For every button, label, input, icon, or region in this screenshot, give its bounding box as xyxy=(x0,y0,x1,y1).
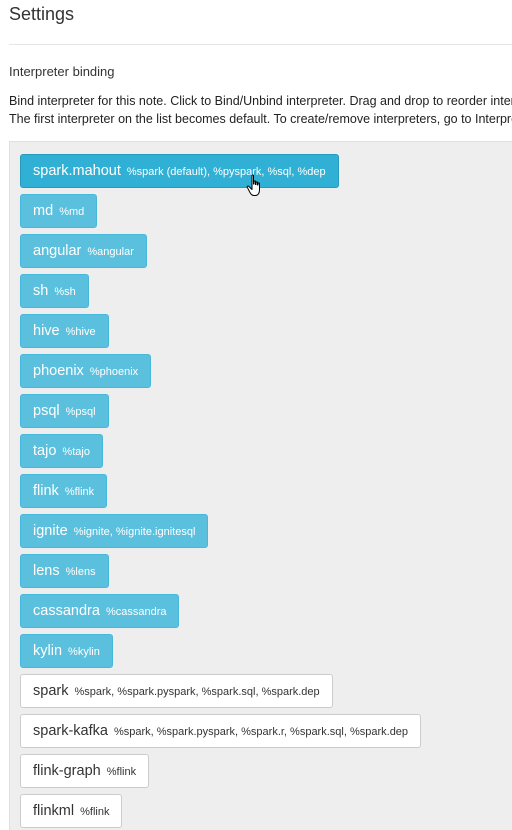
interpreter-name: psql xyxy=(33,403,60,419)
interpreter-aliases: %cassandra xyxy=(105,606,167,618)
interpreter-chip-ignite[interactable]: ignite %ignite, %ignite.ignitesql xyxy=(20,514,209,548)
interpreter-row: flinkml %flink xyxy=(20,794,421,830)
interpreter-chip-spark[interactable]: spark %spark, %spark.pyspark, %spark.sql… xyxy=(20,674,333,708)
interpreter-row: psql %psql xyxy=(20,394,421,434)
interpreter-row: angular %angular xyxy=(20,234,421,274)
interpreter-name: md xyxy=(33,203,54,219)
interpreter-binding-description: Bind interpreter for this note. Click to… xyxy=(9,92,512,128)
interpreter-row: lens %lens xyxy=(20,554,421,594)
interpreter-aliases: %kylin xyxy=(68,646,100,658)
interpreter-aliases: %md xyxy=(59,206,85,218)
interpreter-name: phoenix xyxy=(33,363,84,379)
interpreter-aliases: %spark, %spark.pyspark, %spark.sql, %spa… xyxy=(74,686,320,698)
header-divider xyxy=(9,44,512,45)
interpreter-chip-angular[interactable]: angular %angular xyxy=(20,234,147,268)
interpreter-aliases: %hive xyxy=(65,326,96,338)
interpreter-aliases: %sh xyxy=(54,286,76,298)
interpreter-chip-phoenix[interactable]: phoenix %phoenix xyxy=(20,354,152,388)
interpreter-name: kylin xyxy=(33,643,63,659)
interpreter-chip-flink-graph[interactable]: flink-graph %flink xyxy=(20,754,150,788)
interpreter-row: spark.mahout %spark (default), %pyspark,… xyxy=(20,154,421,194)
interpreter-chip-lens[interactable]: lens %lens xyxy=(20,554,109,588)
interpreter-row: cassandra %cassandra xyxy=(20,594,421,634)
interpreter-row: phoenix %phoenix xyxy=(20,354,421,394)
hand-pointer-icon xyxy=(246,174,260,196)
interpreter-aliases: %psql xyxy=(65,406,96,418)
interpreter-aliases: %angular xyxy=(87,246,134,258)
interpreter-chip-sh[interactable]: sh %sh xyxy=(20,274,89,308)
interpreter-name: tajo xyxy=(33,443,57,459)
interpreter-aliases: %lens xyxy=(65,566,96,578)
interpreter-chip-md[interactable]: md %md xyxy=(20,194,98,228)
interpreter-row: spark-kafka %spark, %spark.pyspark, %spa… xyxy=(20,714,422,754)
interpreter-aliases: %ignite, %ignite.ignitesql xyxy=(73,526,196,538)
settings-page: Settings Interpreter binding Bind interp… xyxy=(0,0,512,830)
interpreter-row: kylin %kylin xyxy=(20,634,421,674)
interpreter-row: flink %flink xyxy=(20,474,421,514)
interpreter-row: md %md xyxy=(20,194,421,234)
interpreter-chip-kylin[interactable]: kylin %kylin xyxy=(20,634,113,668)
interpreter-row: ignite %ignite, %ignite.ignitesql xyxy=(20,514,421,554)
interpreter-chip-cassandra[interactable]: cassandra %cassandra xyxy=(20,594,180,628)
interpreter-name: spark xyxy=(33,683,69,699)
interpreter-name: ignite xyxy=(33,523,68,539)
interpreter-name: sh xyxy=(33,283,49,299)
description-line-2: The first interpreter on the list become… xyxy=(9,112,512,126)
interpreter-chip-flinkml[interactable]: flinkml %flink xyxy=(20,794,123,828)
interpreter-name: flinkml xyxy=(33,803,75,819)
interpreter-aliases: %flink xyxy=(106,766,137,778)
interpreter-aliases: %spark (default), %pyspark, %sql, %dep xyxy=(126,166,326,178)
interpreter-row: tajo %tajo xyxy=(20,434,421,474)
interpreter-aliases: %phoenix xyxy=(89,366,139,378)
interpreter-row: flink-graph %flink xyxy=(20,754,421,794)
interpreter-aliases: %tajo xyxy=(62,446,90,458)
interpreter-name: angular xyxy=(33,243,82,259)
interpreter-list: spark.mahout %spark (default), %pyspark,… xyxy=(20,154,422,830)
interpreter-chip-psql[interactable]: psql %psql xyxy=(20,394,109,428)
interpreter-row: sh %sh xyxy=(20,274,421,314)
interpreter-aliases: %flink xyxy=(64,486,95,498)
interpreter-chip-spark-mahout[interactable]: spark.mahout %spark (default), %pyspark,… xyxy=(20,154,339,188)
interpreter-chip-hive[interactable]: hive %hive xyxy=(20,314,109,348)
interpreter-aliases: %spark, %spark.pyspark, %spark.r, %spark… xyxy=(113,726,409,738)
interpreter-aliases: %flink xyxy=(80,806,110,818)
description-line-1: Bind interpreter for this note. Click to… xyxy=(9,94,512,108)
interpreter-row: hive %hive xyxy=(20,314,421,354)
interpreter-binding-heading: Interpreter binding xyxy=(9,64,115,79)
interpreter-name: flink xyxy=(33,483,59,499)
interpreter-chip-flink[interactable]: flink %flink xyxy=(20,474,108,508)
interpreter-row: spark %spark, %spark.pyspark, %spark.sql… xyxy=(20,674,421,714)
interpreter-name: spark-kafka xyxy=(33,723,108,739)
interpreter-chip-spark-kafka[interactable]: spark-kafka %spark, %spark.pyspark, %spa… xyxy=(20,714,422,748)
interpreter-name: hive xyxy=(33,323,60,339)
settings-title: Settings xyxy=(9,4,75,24)
interpreter-name: cassandra xyxy=(33,603,100,619)
interpreter-name: lens xyxy=(33,563,60,579)
interpreter-name: flink-graph xyxy=(33,763,101,779)
interpreter-chip-tajo[interactable]: tajo %tajo xyxy=(20,434,103,468)
interpreter-name: spark.mahout xyxy=(33,163,121,179)
